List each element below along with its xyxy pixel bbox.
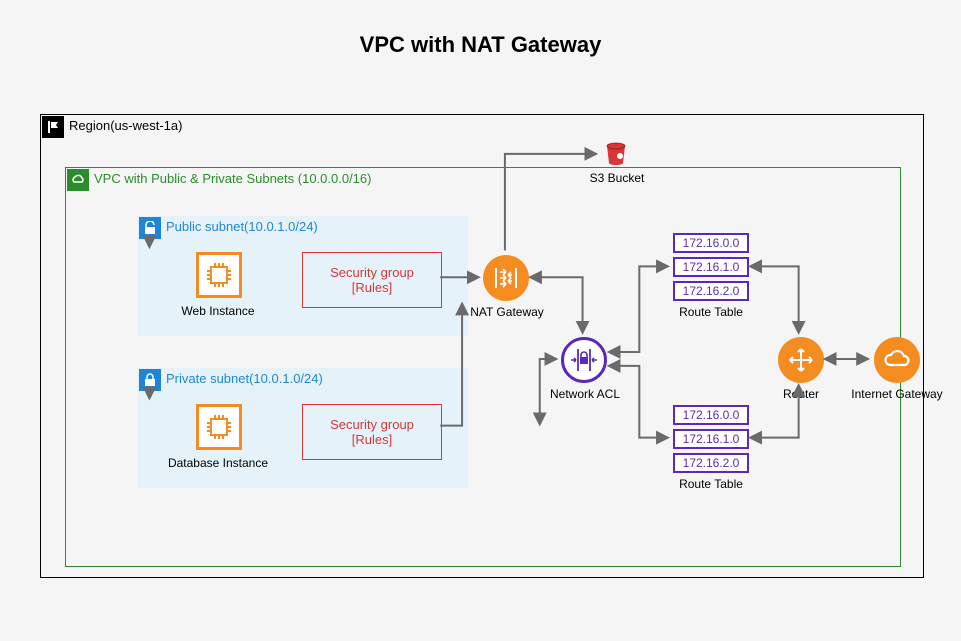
security-group-title: Security group bbox=[330, 265, 414, 280]
public-subnet-icon bbox=[139, 217, 161, 239]
route-ip: 172.16.0.0 bbox=[673, 233, 749, 253]
db-instance-icon bbox=[196, 404, 242, 450]
web-instance-icon bbox=[196, 252, 242, 298]
region-icon bbox=[42, 116, 64, 138]
internet-gateway-label: Internet Gateway bbox=[837, 387, 957, 401]
security-group-public: Security group [Rules] bbox=[302, 252, 442, 308]
route-table-top-label: Route Table bbox=[651, 305, 771, 319]
public-subnet-label: Public subnet(10.0.1.0/24) bbox=[166, 219, 318, 234]
route-ip: 172.16.1.0 bbox=[673, 257, 749, 277]
vpc-container: VPC with Public & Private Subnets (10.0.… bbox=[65, 167, 901, 567]
private-subnet-icon bbox=[139, 369, 161, 391]
network-acl-label: Network ACL bbox=[525, 387, 645, 401]
route-ip: 172.16.1.0 bbox=[673, 429, 749, 449]
s3-bucket-icon bbox=[603, 141, 629, 167]
router-icon bbox=[778, 337, 824, 383]
security-group-private: Security group [Rules] bbox=[302, 404, 442, 460]
security-group-rules: [Rules] bbox=[352, 432, 392, 447]
network-acl-icon bbox=[561, 337, 607, 383]
public-subnet: Public subnet(10.0.1.0/24) Web Instance … bbox=[138, 216, 468, 336]
security-group-title: Security group bbox=[330, 417, 414, 432]
s3-bucket-label: S3 Bucket bbox=[557, 171, 677, 185]
route-ip: 172.16.2.0 bbox=[673, 453, 749, 473]
internet-gateway-icon bbox=[874, 337, 920, 383]
diagram-title: VPC with NAT Gateway bbox=[0, 32, 961, 58]
diagram-canvas: VPC with NAT Gateway Region(us-west-1a) … bbox=[0, 0, 961, 641]
route-ip: 172.16.2.0 bbox=[673, 281, 749, 301]
vpc-label: VPC with Public & Private Subnets (10.0.… bbox=[94, 171, 371, 186]
private-subnet-label: Private subnet(10.0.1.0/24) bbox=[166, 371, 323, 386]
security-group-rules: [Rules] bbox=[352, 280, 392, 295]
private-subnet: Private subnet(10.0.1.0/24) Database Ins… bbox=[138, 368, 468, 488]
route-ip: 172.16.0.0 bbox=[673, 405, 749, 425]
route-table-bottom-label: Route Table bbox=[651, 477, 771, 491]
region-label: Region(us-west-1a) bbox=[69, 118, 182, 133]
vpc-icon bbox=[67, 169, 89, 191]
nat-gateway-label: NAT Gateway bbox=[447, 305, 567, 319]
web-instance-label: Web Instance bbox=[158, 304, 278, 318]
nat-gateway-icon bbox=[483, 255, 529, 301]
region-container: Region(us-west-1a) VPC with Public & Pri… bbox=[40, 114, 924, 578]
db-instance-label: Database Instance bbox=[158, 456, 278, 470]
